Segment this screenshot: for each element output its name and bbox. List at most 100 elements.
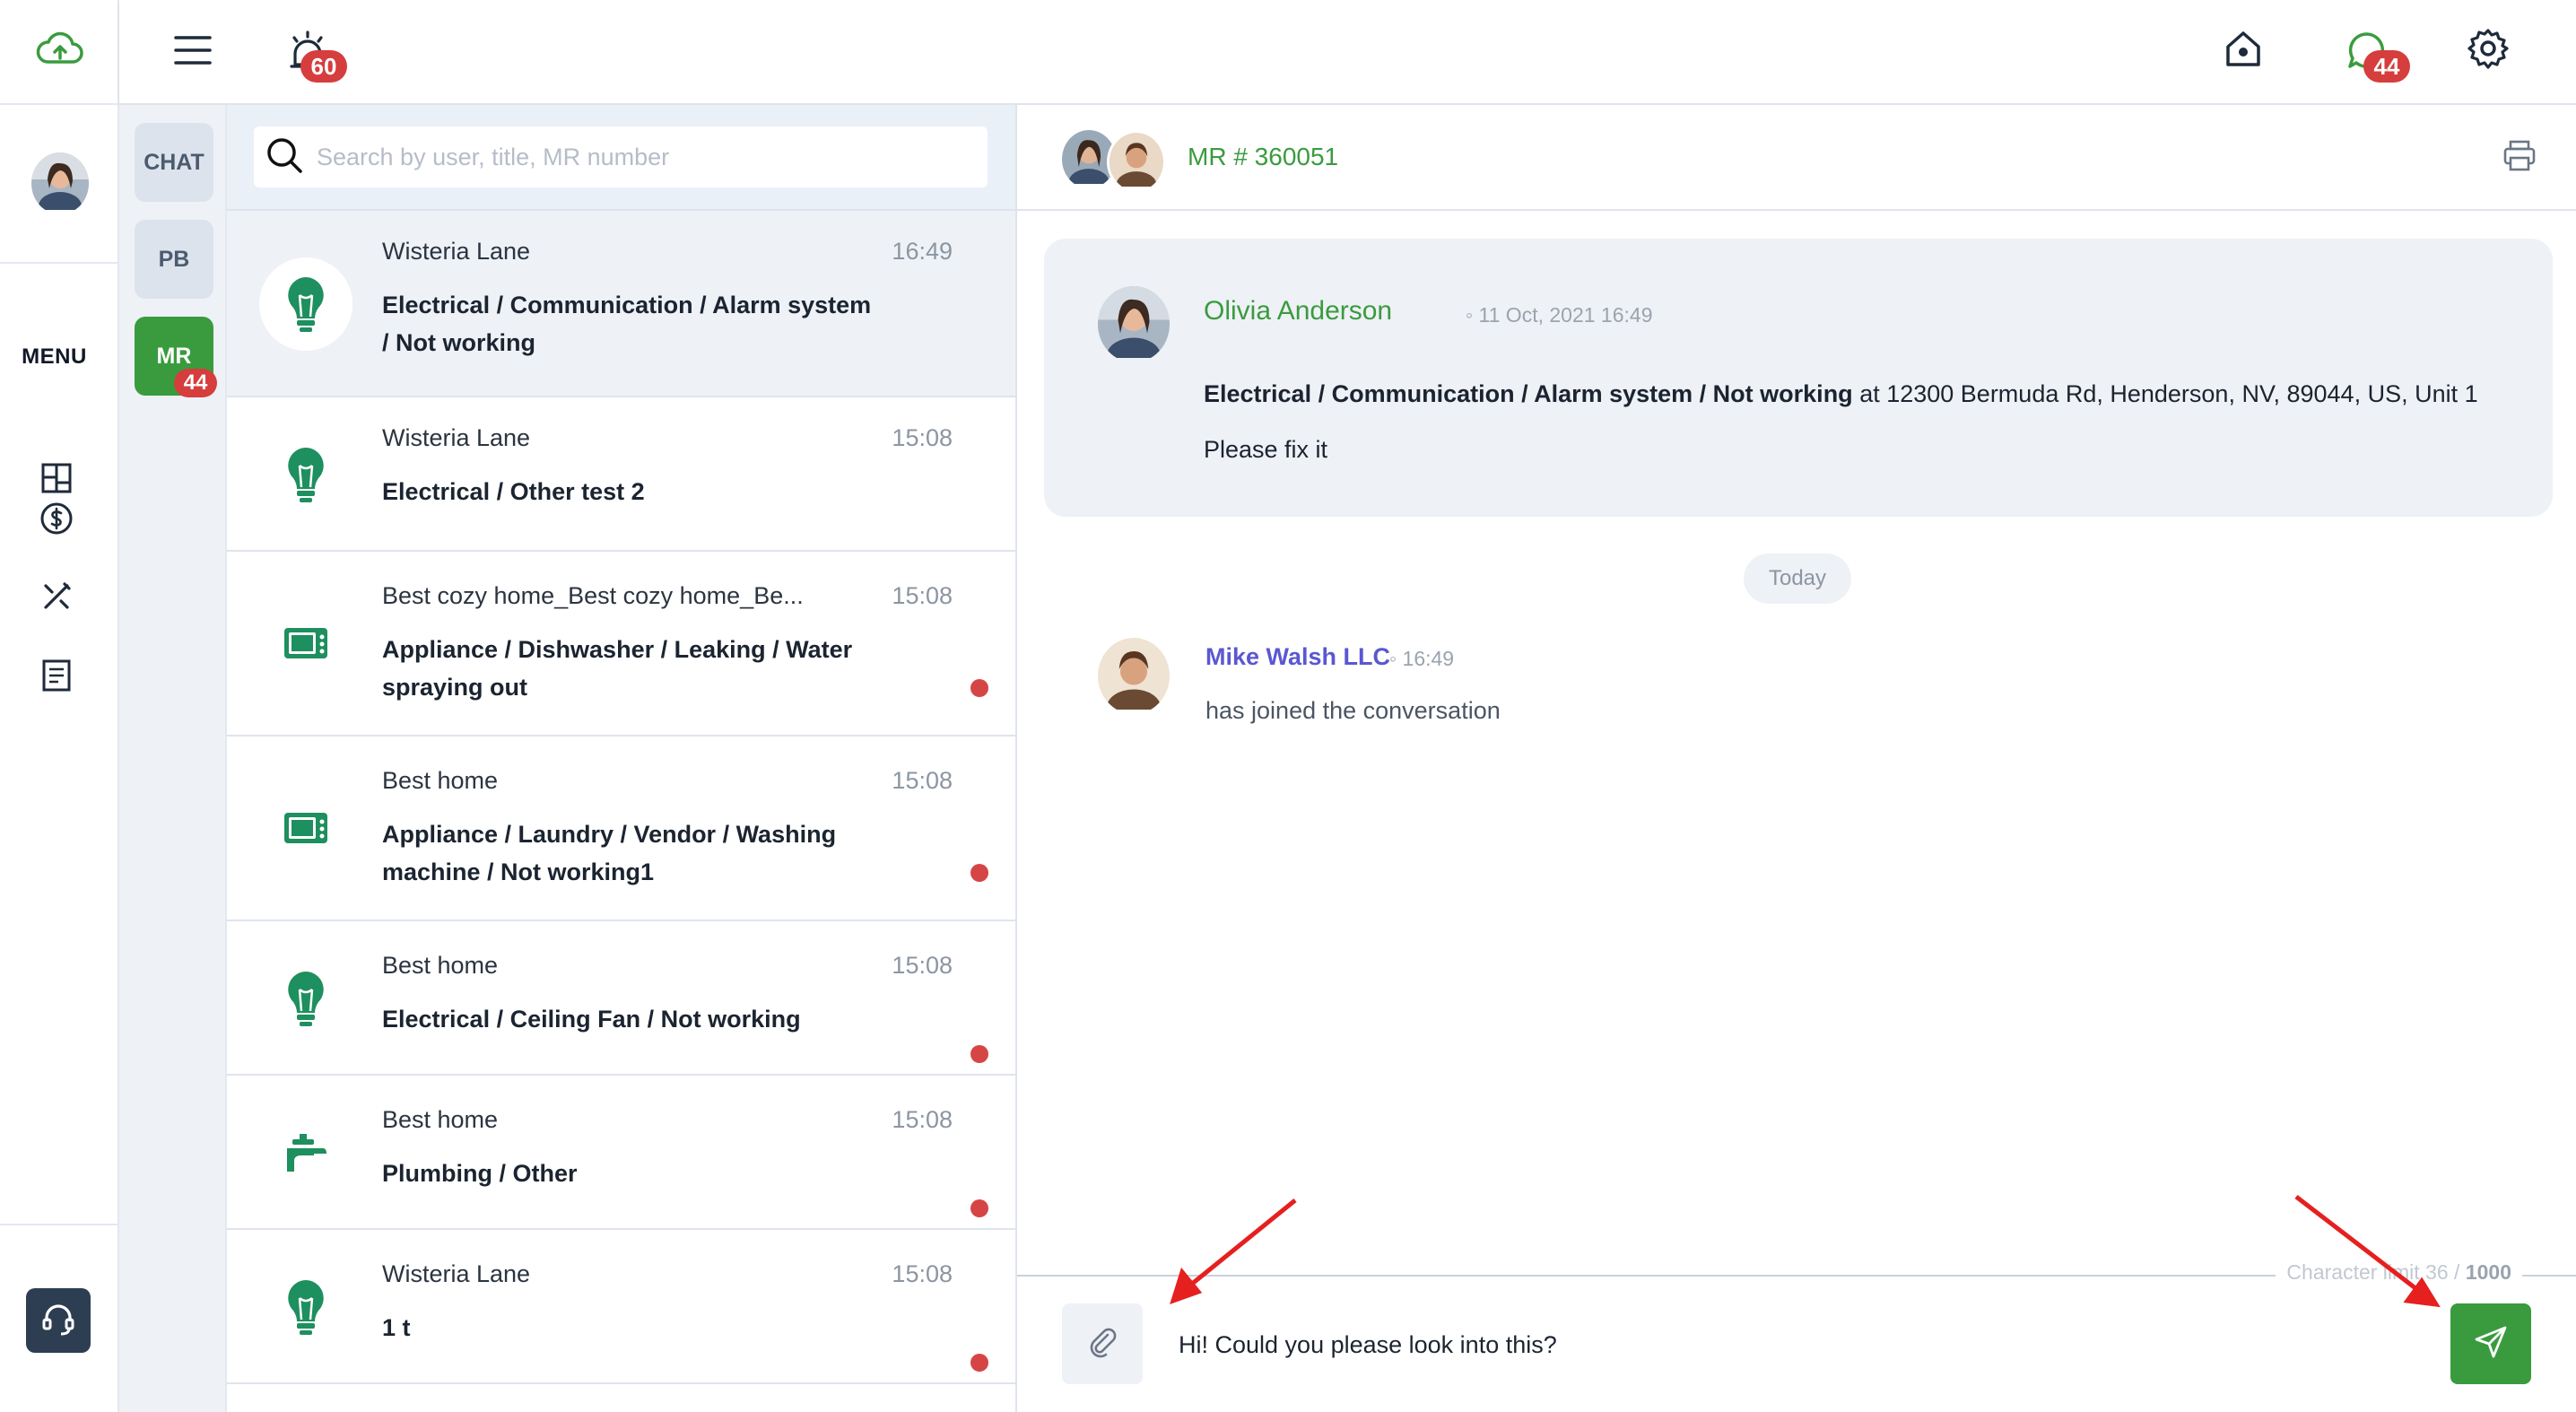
avatar [1107, 130, 1166, 194]
chat-header: MR # 360051 [1017, 105, 2576, 211]
character-limit-label: Character limit 36 / [2286, 1260, 2466, 1284]
category-chat-button[interactable]: CHAT [135, 123, 213, 202]
conversation-time: 16:49 [892, 238, 953, 265]
avatar [1098, 286, 1170, 362]
participants-avatars[interactable] [1062, 130, 1166, 194]
message-issue: Electrical / Communication / Alarm syste… [1204, 380, 1853, 407]
search-area [227, 105, 1015, 211]
category-mr-label: MR [156, 343, 192, 369]
conversation-time: 15:08 [892, 1260, 953, 1287]
conversation-property: Best cozy home_Best cozy home_Be... [382, 582, 804, 609]
faucet-icon [259, 1106, 352, 1199]
search-input[interactable] [317, 143, 962, 171]
conversation-title: Electrical / Communication / Alarm syste… [382, 292, 872, 356]
conversation-item[interactable]: Best home 15:08 Electrical / Ceiling Fan… [227, 921, 1015, 1076]
rail-bottom [0, 1224, 119, 1412]
conversation-item[interactable]: Wisteria Lane 16:49 Electrical / Communi… [227, 211, 1015, 397]
send-icon [2473, 1324, 2509, 1364]
avatar[interactable] [30, 153, 89, 214]
send-button[interactable] [2450, 1303, 2531, 1384]
message-body-second-line: Please fix it [1204, 436, 1328, 463]
menu-label: MENU [22, 344, 87, 369]
conversation-item[interactable]: Best home 15:08 Plumbing / Other [227, 1076, 1015, 1230]
left-rail: MENU [0, 0, 119, 1412]
conversation-title: Electrical / Other test 2 [382, 478, 645, 505]
support-button[interactable] [26, 1288, 91, 1353]
unread-indicator [970, 1045, 988, 1063]
appliance-icon [259, 597, 352, 690]
dollar-icon[interactable] [34, 496, 79, 541]
alarm-button[interactable]: 60 [281, 25, 347, 83]
conversation-item[interactable]: Best home 15:08 Appliance / Laundry / Ve… [227, 737, 1015, 921]
print-button[interactable] [2499, 137, 2540, 179]
paperclip-icon [1086, 1326, 1118, 1363]
category-mr-button[interactable]: MR 44 [135, 317, 217, 397]
unread-indicator [970, 679, 988, 697]
conversation-title: Electrical / Ceiling Fan / Not working [382, 1006, 801, 1033]
mr-number-title: MR # 360051 [1188, 143, 1339, 170]
document-icon[interactable] [34, 653, 79, 698]
message-address: at 12300 Bermuda Rd, Henderson, NV, 8904… [1852, 380, 2478, 407]
conversation-property: Wisteria Lane [382, 424, 531, 451]
conversation-time: 15:08 [892, 1106, 953, 1133]
search-icon [254, 135, 304, 179]
conversation-property: Wisteria Lane [382, 238, 531, 265]
join-message: has joined the conversation [1205, 697, 1501, 724]
message-author: Olivia Anderson [1204, 296, 1393, 326]
conversation-time: 15:08 [892, 582, 953, 609]
attach-button[interactable] [1062, 1303, 1143, 1384]
conversation-property: Wisteria Lane [382, 1260, 531, 1287]
conversation-time: 15:08 [892, 424, 953, 451]
home-icon [2223, 29, 2264, 73]
conversation-property: Best home [382, 1106, 499, 1133]
character-limit: Character limit 36 / 1000 [2276, 1260, 2522, 1285]
message-input[interactable] [1179, 1316, 2300, 1373]
conversation-title: 1 t [382, 1314, 411, 1341]
settings-button[interactable] [2463, 25, 2513, 75]
join-participant-name[interactable]: Mike Walsh LLC [1205, 643, 1390, 671]
messages-badge: 44 [2363, 50, 2410, 83]
category-mr-badge: 44 [174, 369, 217, 397]
conversation-list: Wisteria Lane 16:49 Electrical / Communi… [227, 105, 1017, 1412]
dashboard-icon[interactable] [34, 456, 79, 501]
character-limit-max: 1000 [2465, 1260, 2511, 1284]
conversation-title: Plumbing / Other [382, 1160, 578, 1187]
logo[interactable] [0, 0, 119, 105]
appliance-icon [259, 781, 352, 875]
unread-indicator [970, 1199, 988, 1217]
conversation-item[interactable]: Wisteria Lane 15:08 1 t [227, 1230, 1015, 1384]
category-pb-button[interactable]: PB [135, 220, 213, 299]
search-box[interactable] [254, 126, 988, 187]
category-strip: CHAT PB MR 44 [119, 105, 227, 1412]
alarm-badge: 60 [300, 50, 347, 83]
day-separator: Today [1744, 553, 1851, 604]
conversation-item[interactable]: Wisteria Lane 15:08 Electrical / Other t… [227, 397, 1015, 552]
printer-icon [2502, 140, 2537, 177]
message-card: Olivia Anderson ◦ 11 Oct, 2021 16:49 Ele… [1044, 239, 2553, 517]
unread-indicator [970, 864, 988, 882]
conversation-property: Best home [382, 767, 499, 794]
conversation-property: Best home [382, 952, 499, 979]
avatar [1098, 638, 1170, 714]
cloud-upload-icon [35, 31, 85, 72]
message-body: Electrical / Communication / Alarm syste… [1204, 380, 2478, 408]
hamburger-menu-button[interactable] [168, 27, 218, 77]
tools-icon[interactable] [34, 574, 79, 619]
hamburger-icon [174, 35, 212, 70]
conversation-title: Appliance / Dishwasher / Leaking / Water… [382, 636, 853, 701]
lightbulb-icon [259, 952, 352, 1045]
lightbulb-icon [259, 257, 352, 351]
gear-icon [2467, 28, 2509, 74]
headset-icon [39, 1300, 77, 1342]
user-avatar-area[interactable] [0, 105, 119, 264]
join-timestamp: ◦ 16:49 [1389, 647, 1455, 670]
messages-button[interactable]: 44 [2340, 25, 2410, 83]
lightbulb-icon [259, 1260, 352, 1354]
conversation-time: 15:08 [892, 952, 953, 979]
top-bar: 60 44 [119, 0, 2576, 105]
conversation-item[interactable]: Best cozy home_Best cozy home_Be... 15:0… [227, 552, 1015, 737]
conversation-title: Appliance / Laundry / Vendor / Washing m… [382, 821, 837, 885]
conversation-time: 15:08 [892, 767, 953, 794]
chat-panel: MR # 360051 Olivia Anderson ◦ 11 Oct, 20… [1017, 105, 2576, 1412]
home-button[interactable] [2218, 25, 2268, 75]
